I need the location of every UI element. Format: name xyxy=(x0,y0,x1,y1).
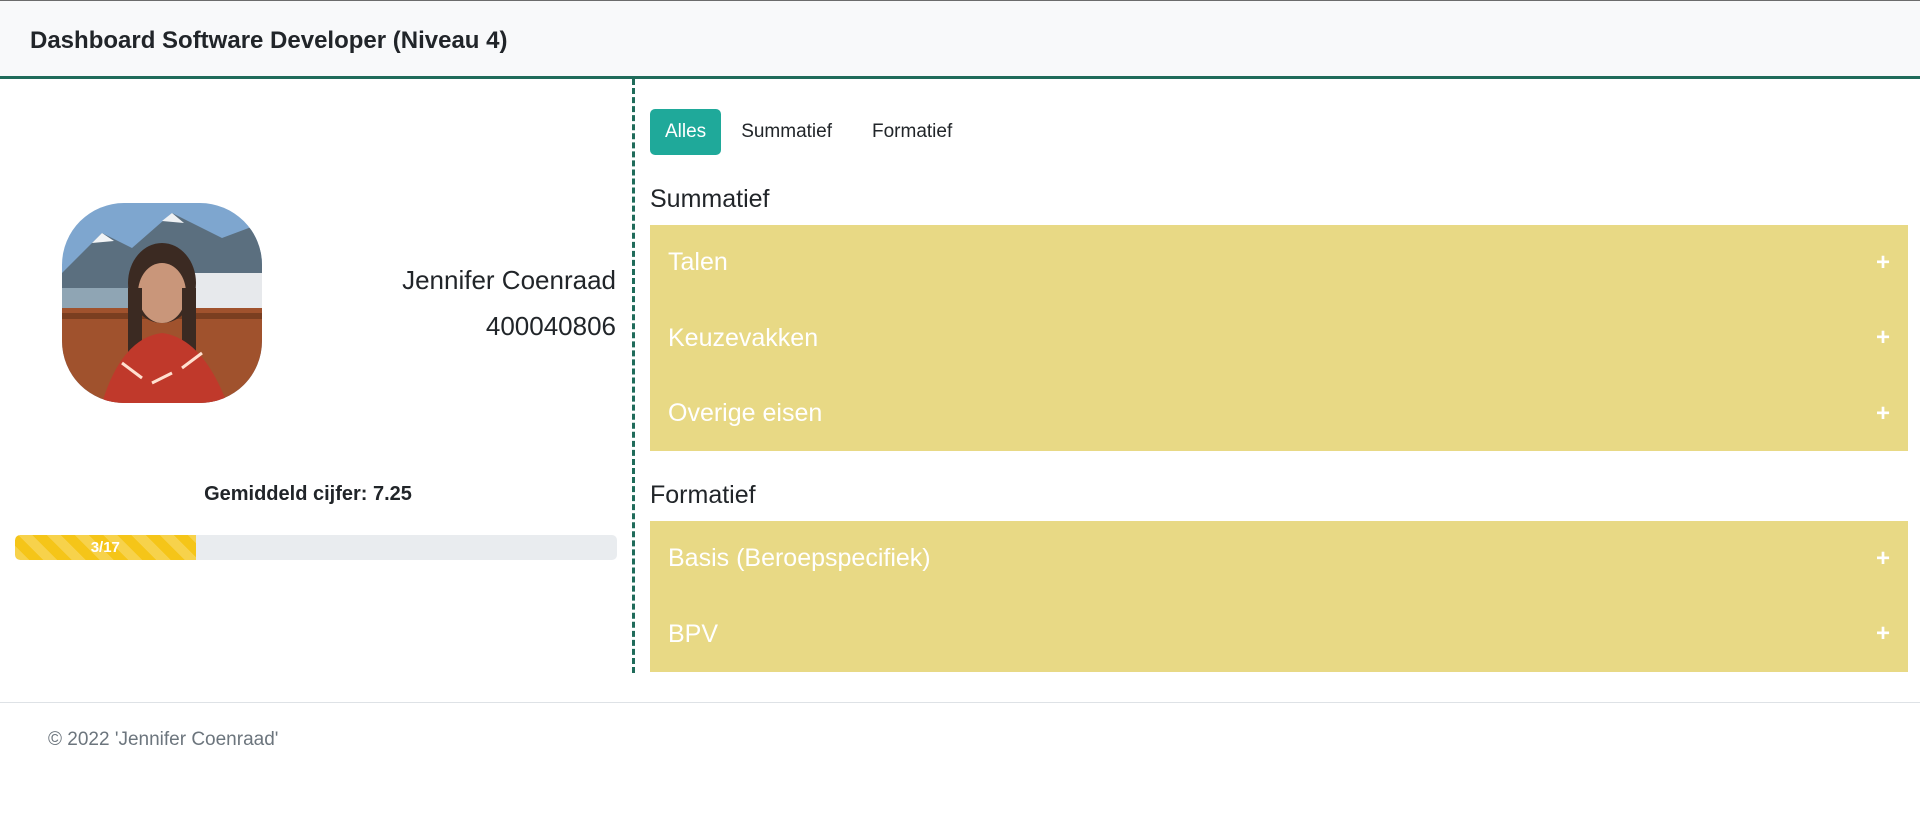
accordion-item-keuzevakken[interactable]: Keuzevakken + xyxy=(650,301,1908,377)
average-grade-value: 7.25 xyxy=(373,483,412,505)
results-panel: Alles Summatief Formatief Summatief Tale… xyxy=(650,79,1908,673)
progress-bar: 3/17 xyxy=(15,535,617,560)
summatief-accordion: Talen + Keuzevakken + Overige eisen + xyxy=(650,225,1908,451)
average-grade-label: Gemiddeld cijfer: xyxy=(204,483,368,505)
student-number: 400040806 xyxy=(485,311,616,341)
progress-bar-fill: 3/17 xyxy=(15,535,196,560)
plus-icon[interactable]: + xyxy=(1876,324,1890,352)
summatief-heading: Summatief xyxy=(650,185,770,213)
plus-icon[interactable]: + xyxy=(1876,249,1890,277)
plus-icon[interactable]: + xyxy=(1876,545,1890,573)
average-grade: Gemiddeld cijfer: 7.25 xyxy=(0,483,616,506)
tab-formatief[interactable]: Formatief xyxy=(852,109,972,155)
page-title: Dashboard Software Developer (Niveau 4) xyxy=(30,27,508,54)
footer-divider xyxy=(0,702,1920,703)
student-panel: Jennifer Coenraad 400040806 Gemiddeld ci… xyxy=(0,79,632,673)
top-navbar: Dashboard Software Developer (Niveau 4) xyxy=(0,0,1920,79)
plus-icon[interactable]: + xyxy=(1876,400,1890,428)
formatief-accordion: Basis (Beroepspecifiek) + BPV + xyxy=(650,521,1908,672)
student-name: Jennifer Coenraad xyxy=(402,265,616,295)
tab-alles[interactable]: Alles xyxy=(650,109,722,155)
accordion-item-basis[interactable]: Basis (Beroepspecifiek) + xyxy=(650,521,1908,597)
tab-summatief[interactable]: Summatief xyxy=(721,109,852,155)
filter-tabs: Alles Summatief Formatief xyxy=(650,109,972,155)
accordion-item-label: Overige eisen xyxy=(668,399,823,428)
formatief-heading: Formatief xyxy=(650,481,756,509)
accordion-item-overige-eisen[interactable]: Overige eisen + xyxy=(650,376,1908,452)
accordion-item-label: Keuzevakken xyxy=(668,323,819,352)
accordion-item-bpv[interactable]: BPV + xyxy=(650,597,1908,673)
plus-icon[interactable]: + xyxy=(1876,620,1890,648)
accordion-item-label: BPV xyxy=(668,619,719,648)
panel-divider xyxy=(632,79,635,673)
avatar-photo-icon xyxy=(62,203,262,403)
accordion-item-label: Talen xyxy=(668,248,728,277)
progress-label: 3/17 xyxy=(90,539,120,556)
student-avatar xyxy=(62,203,262,403)
accordion-item-talen[interactable]: Talen + xyxy=(650,225,1908,301)
footer-copyright: © 2022 'Jennifer Coenraad' xyxy=(48,729,279,750)
accordion-item-label: Basis (Beroepspecifiek) xyxy=(668,544,931,573)
